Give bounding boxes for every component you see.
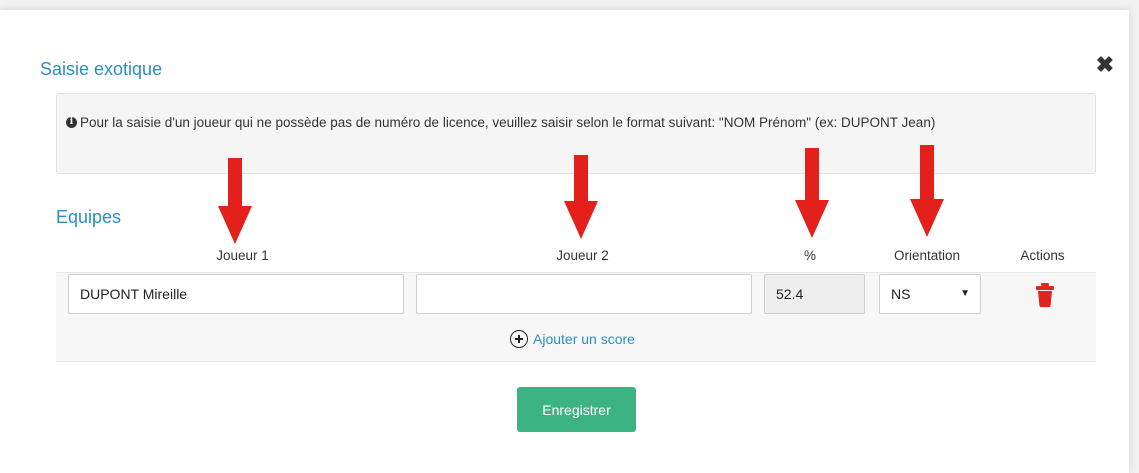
- modal-dialog: Saisie exotique ✖ i Pour la saisie d'un …: [0, 10, 1129, 473]
- arrow-down-icon: [910, 145, 944, 237]
- arrow-down-icon: [564, 155, 598, 239]
- arrow-down-icon: [218, 158, 252, 244]
- column-header-percent: %: [803, 248, 816, 263]
- plus-circle-icon: [510, 330, 528, 348]
- column-header-actions: Actions: [1020, 248, 1065, 263]
- add-score-button[interactable]: Ajouter un score: [510, 328, 635, 350]
- info-text: Pour la saisie d'un joueur qui ne possèd…: [80, 115, 936, 130]
- column-header-joueur2: Joueur 2: [556, 248, 609, 263]
- section-title-equipes: Equipes: [56, 207, 122, 227]
- trash-icon[interactable]: [1033, 282, 1057, 308]
- add-score-label: Ajouter un score: [533, 331, 635, 347]
- orientation-select[interactable]: NS ▼: [879, 274, 981, 314]
- column-header-joueur1: Joueur 1: [216, 248, 269, 263]
- orientation-value: NS: [891, 286, 911, 302]
- info-circle-icon: i: [66, 117, 77, 128]
- joueur2-input[interactable]: [416, 274, 752, 314]
- column-header-orientation: Orientation: [893, 248, 961, 263]
- save-button[interactable]: Enregistrer: [517, 387, 636, 432]
- arrow-down-icon: [795, 148, 829, 238]
- caret-down-icon: ▼: [960, 288, 970, 299]
- percent-field: 52.4: [764, 274, 865, 314]
- close-icon[interactable]: ✖: [1094, 54, 1116, 76]
- modal-title: Saisie exotique: [40, 59, 163, 79]
- joueur1-input[interactable]: DUPONT Mireille: [68, 274, 404, 314]
